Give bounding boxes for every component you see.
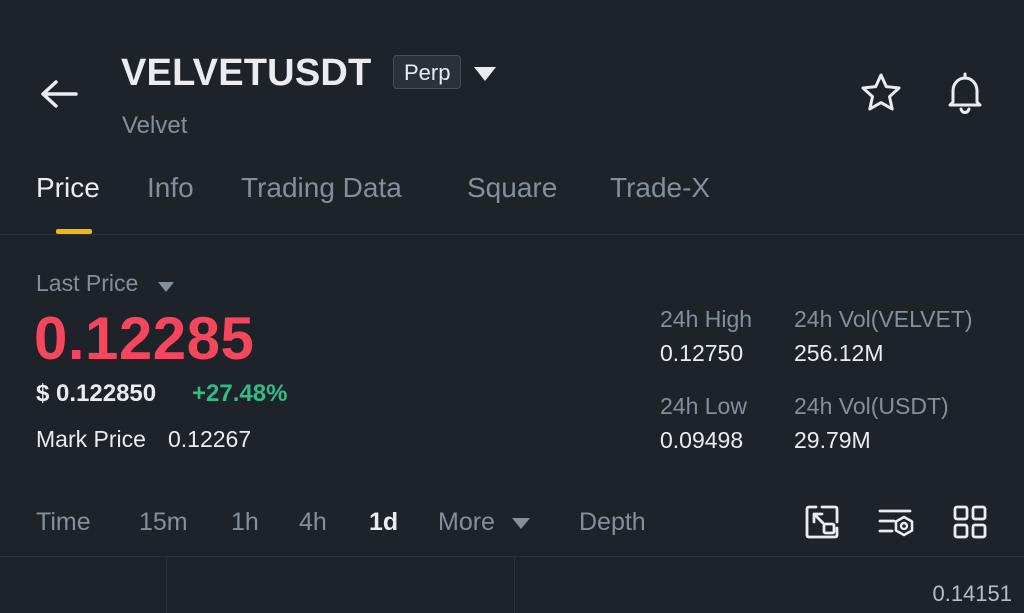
- star-icon: [861, 73, 901, 111]
- interval-more[interactable]: More: [438, 508, 495, 537]
- tab-trade-x[interactable]: Trade-X: [610, 172, 710, 204]
- interval-time[interactable]: Time: [36, 508, 91, 537]
- depth-tab[interactable]: Depth: [579, 508, 646, 537]
- interval-4h[interactable]: 4h: [299, 508, 327, 537]
- interval-1h[interactable]: 1h: [231, 508, 259, 537]
- more-caret-down-icon[interactable]: [512, 518, 530, 529]
- stat-24h-vol-quote-value: 29.79M: [794, 427, 871, 453]
- back-button[interactable]: [38, 74, 82, 114]
- back-arrow-icon: [41, 80, 78, 108]
- usd-price-value: $ 0.122850: [36, 380, 157, 407]
- contract-type-badge: Perp: [393, 55, 462, 89]
- tab-trading-data[interactable]: Trading Data: [241, 172, 402, 204]
- mark-price-value: 0.12267: [168, 426, 252, 452]
- last-price-value: 0.12285: [34, 305, 255, 372]
- symbol-title[interactable]: VELVETUSDT: [121, 52, 371, 95]
- grid-layout-icon: [953, 505, 987, 539]
- last-price-selector[interactable]: Last Price: [36, 270, 138, 297]
- interval-bar: Time 15m 1h 4h 1d More Depth: [0, 500, 1024, 550]
- stat-24h-high-label: 24h High: [660, 306, 753, 332]
- indicator-settings-icon: [878, 509, 914, 537]
- asset-name: Velvet: [122, 112, 188, 139]
- stat-24h-low-value: 0.09498: [660, 427, 744, 453]
- chart-gridline: [514, 557, 515, 613]
- tab-info[interactable]: Info: [147, 172, 194, 204]
- favorite-button[interactable]: [858, 70, 904, 116]
- indicator-settings-button[interactable]: [876, 502, 916, 542]
- layout-button[interactable]: [950, 502, 990, 542]
- symbol-dropdown-button[interactable]: [473, 66, 497, 82]
- tab-divider: [0, 234, 1024, 235]
- stat-24h-vol-quote-label: 24h Vol(USDT): [794, 393, 949, 419]
- mark-price-label: Mark Price: [36, 426, 146, 452]
- last-price-caret-icon[interactable]: [158, 279, 174, 292]
- tab-price[interactable]: Price: [36, 172, 100, 204]
- stat-24h-vol-base-value: 256.12M: [794, 340, 884, 366]
- interval-15m[interactable]: 15m: [139, 508, 188, 537]
- fullscreen-icon: [805, 505, 839, 539]
- price-change-percent: +27.48%: [192, 380, 288, 407]
- price-axis-label: 0.14151: [932, 581, 1012, 606]
- tab-square[interactable]: Square: [467, 172, 557, 204]
- stat-24h-low-label: 24h Low: [660, 393, 747, 419]
- stat-24h-high-value: 0.12750: [660, 340, 744, 366]
- price-chart[interactable]: 0.14151: [0, 556, 1024, 613]
- fullscreen-button[interactable]: [802, 502, 842, 542]
- price-alert-button[interactable]: [942, 70, 988, 116]
- bell-icon: [948, 72, 982, 115]
- stat-24h-vol-base-label: 24h Vol(VELVET): [794, 306, 973, 332]
- chart-gridline: [166, 557, 167, 613]
- caret-down-icon: [474, 67, 496, 81]
- interval-1d[interactable]: 1d: [369, 508, 398, 537]
- section-tabs: Price Info Trading Data Square Trade-X: [0, 168, 1024, 234]
